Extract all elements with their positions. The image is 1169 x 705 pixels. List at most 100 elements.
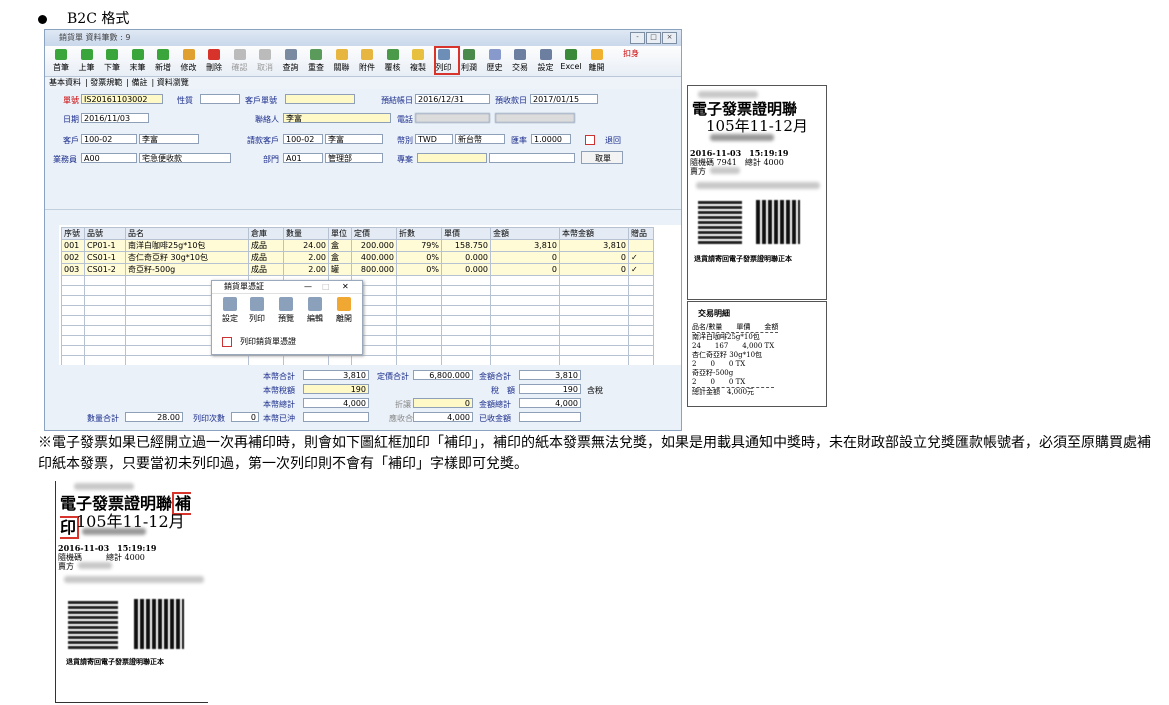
toolbar-button-0[interactable]: 首筆 — [49, 48, 73, 76]
table-cell[interactable]: 800.000 — [351, 263, 397, 276]
table-row[interactable]: 003 CS01-2 奇亞籽-500g 成品 2.00 罐 800.000 0% 0.000 0 0… — [61, 263, 654, 276]
toolbar-button-3[interactable]: 末筆 — [126, 48, 150, 76]
table-cell[interactable]: 200.000 — [351, 239, 397, 252]
dialog-close-button[interactable]: ✕ — [342, 282, 349, 291]
grid-header-9[interactable]: 金額 — [490, 227, 560, 240]
dialog-minimize-button[interactable]: — — [304, 282, 312, 291]
bill-cust-code-field[interactable]: 100-02 — [283, 134, 323, 144]
toolbar-button-7[interactable]: 確認 — [228, 48, 252, 76]
grid-header-8[interactable]: 單價 — [441, 227, 491, 240]
grid-header-0[interactable]: 序號 — [61, 227, 85, 240]
table-cell[interactable]: 3,810 — [559, 239, 629, 252]
minimize-button[interactable]: - — [630, 32, 645, 44]
table-cell[interactable]: ✓ — [628, 263, 654, 276]
table-cell[interactable]: 0.000 — [441, 251, 491, 264]
toolbar-button-1[interactable]: 上筆 — [75, 48, 99, 76]
fetch-button[interactable]: 取單 — [581, 151, 623, 164]
toolbar-button-8[interactable]: 取消 — [253, 48, 277, 76]
tab-notes[interactable]: 備註 — [132, 78, 148, 87]
table-cell[interactable]: 0% — [396, 251, 442, 264]
currency-select[interactable]: TWD — [415, 134, 453, 144]
table-cell[interactable]: 001 — [61, 239, 85, 252]
toolbar-button-4[interactable]: 新增 — [151, 48, 175, 76]
table-cell[interactable]: 0.000 — [441, 263, 491, 276]
toolbar-button-19[interactable]: 設定 — [534, 48, 558, 76]
toolbar-button-10[interactable]: 重查 — [304, 48, 328, 76]
discount-field[interactable]: 0 — [413, 398, 473, 408]
table-cell[interactable]: 0 — [559, 263, 629, 276]
est-collect-field[interactable]: 2017/01/15 — [530, 94, 598, 104]
grid-header-3[interactable]: 倉庫 — [248, 227, 284, 240]
table-cell[interactable]: 003 — [61, 263, 85, 276]
table-cell[interactable]: 成品 — [248, 263, 284, 276]
toolbar-button-21[interactable]: 離開 — [585, 48, 609, 76]
table-row[interactable]: 002 CS01-1 杏仁奇亞籽 30g*10包 成品 2.00 盒 400.000 0% 0.… — [61, 251, 654, 264]
table-cell[interactable]: ✓ — [628, 251, 654, 264]
dialog-edit-button[interactable]: 編輯 — [303, 297, 327, 324]
dialog-exit-button[interactable]: 離開 — [332, 297, 356, 324]
toolbar-button-17[interactable]: 歷史 — [483, 48, 507, 76]
dialog-maximize-button[interactable]: □ — [322, 282, 330, 291]
contact-field[interactable]: 李富 — [283, 113, 391, 123]
customer-code-field[interactable]: 100-02 — [81, 134, 137, 144]
table-cell[interactable]: 0 — [490, 251, 560, 264]
close-button[interactable]: × — [662, 32, 677, 44]
dialog-settings-button[interactable]: 設定 — [218, 297, 242, 324]
table-row[interactable]: 001 CP01-1 南洋白咖啡25g*10包 成品 24.00 盒 200.000 79% 1… — [61, 239, 654, 252]
tax-included-button[interactable]: 含稅 — [587, 385, 603, 396]
grid-header-6[interactable]: 定價 — [351, 227, 397, 240]
table-cell[interactable]: 2.00 — [283, 263, 329, 276]
table-cell[interactable]: 0 — [559, 251, 629, 264]
date-field[interactable]: 2016/11/03 — [81, 113, 149, 123]
table-cell[interactable]: 南洋白咖啡25g*10包 — [125, 239, 249, 252]
table-cell[interactable]: 成品 — [248, 239, 284, 252]
toolbar-button-9[interactable]: 查詢 — [279, 48, 303, 76]
toolbar-button-20[interactable]: Excel — [559, 48, 583, 76]
toolbar-button-18[interactable]: 交易 — [508, 48, 532, 76]
toolbar-button-13[interactable]: 覆核 — [381, 48, 405, 76]
grid-header-7[interactable]: 折數 — [396, 227, 442, 240]
table-cell[interactable]: 0% — [396, 263, 442, 276]
table-cell[interactable]: CS01-2 — [84, 263, 126, 276]
cust-order-field[interactable] — [285, 94, 355, 104]
tab-browse[interactable]: 資料瀏覽 — [157, 78, 189, 87]
table-cell[interactable]: 盒 — [328, 251, 352, 264]
dept-code-field[interactable]: A01 — [283, 153, 323, 163]
sales-code-field[interactable]: A00 — [81, 153, 137, 163]
table-cell[interactable]: 杏仁奇亞籽 30g*10包 — [125, 251, 249, 264]
grid-header-5[interactable]: 單位 — [328, 227, 352, 240]
table-cell[interactable]: CP01-1 — [84, 239, 126, 252]
table-cell[interactable] — [628, 239, 654, 252]
maximize-button[interactable]: □ — [646, 32, 661, 44]
table-cell[interactable]: 盒 — [328, 239, 352, 252]
grid-header-10[interactable]: 本幣金額 — [559, 227, 629, 240]
grid-header-11[interactable]: 贈品 — [628, 227, 654, 240]
grid-header-1[interactable]: 品號 — [84, 227, 126, 240]
toolbar-button-2[interactable]: 下筆 — [100, 48, 124, 76]
tab-invoice[interactable]: 發票規範 — [90, 78, 122, 87]
toolbar-button-16[interactable]: 利潤 — [457, 48, 481, 76]
table-cell[interactable]: 158.750 — [441, 239, 491, 252]
toolbar-button-14[interactable]: 複製 — [406, 48, 430, 76]
tab-basic[interactable]: 基本資料 — [49, 78, 81, 87]
rate-field[interactable]: 1.0000 — [531, 134, 571, 144]
nature-select[interactable] — [200, 94, 240, 104]
table-cell[interactable]: 79% — [396, 239, 442, 252]
project-field[interactable] — [417, 153, 487, 163]
phone-field[interactable] — [415, 113, 490, 123]
base-tax-field[interactable]: 190 — [303, 384, 369, 394]
table-cell[interactable]: 0 — [490, 263, 560, 276]
dialog-print-button[interactable]: 列印 — [245, 297, 269, 324]
table-cell[interactable]: 24.00 — [283, 239, 329, 252]
toolbar-button-12[interactable]: 附件 — [355, 48, 379, 76]
table-cell[interactable]: 奇亞籽-500g — [125, 263, 249, 276]
return-checkbox[interactable] — [585, 135, 595, 145]
table-cell[interactable]: 3,810 — [490, 239, 560, 252]
table-cell[interactable]: 2.00 — [283, 251, 329, 264]
table-cell[interactable]: 罐 — [328, 263, 352, 276]
grid-header-2[interactable]: 品名 — [125, 227, 249, 240]
print-voucher-option[interactable]: 列印銷貨單憑證 — [222, 336, 296, 347]
table-cell[interactable]: 400.000 — [351, 251, 397, 264]
phone-field-2[interactable] — [495, 113, 575, 123]
est-date-field[interactable]: 2016/12/31 — [415, 94, 490, 104]
